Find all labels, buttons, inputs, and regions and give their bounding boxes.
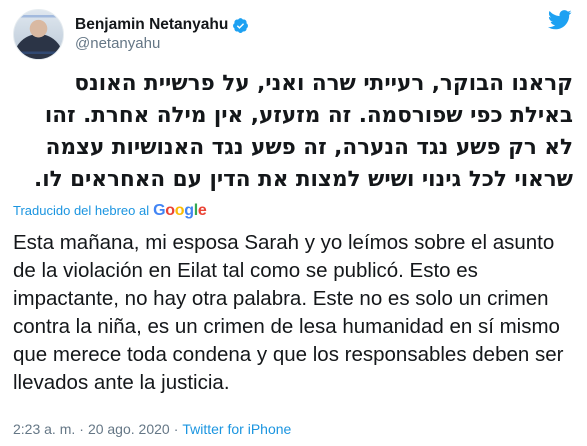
google-letter: o	[174, 202, 185, 219]
tweet-text-translation: Esta mañana, mi esposa Sarah y yo leímos…	[13, 231, 564, 394]
google-letter: e	[197, 202, 207, 219]
tweet-card: Benjamin Netanyahu @netanyahu קראנו הבוק…	[0, 0, 587, 446]
separator: ·	[79, 421, 84, 437]
tweet-text-hebrew: קראנו הבוקר, רעייתי שרה ואני, על פרשיית …	[34, 71, 573, 192]
google-letter: g	[184, 202, 194, 219]
separator: ·	[173, 421, 179, 437]
google-logo: Google	[153, 202, 207, 220]
avatar[interactable]	[13, 9, 64, 60]
translated-from-link[interactable]: Traducido del hebreo al	[13, 203, 149, 218]
tweet-source-link[interactable]: Twitter for iPhone	[182, 421, 291, 437]
author-names: Benjamin Netanyahu @netanyahu	[75, 16, 249, 54]
handle[interactable]: @netanyahu	[75, 35, 249, 53]
display-name[interactable]: Benjamin Netanyahu	[75, 16, 228, 35]
tweet-metadata: 2:23 a. m. · 20 ago. 2020 · Twitter for iPho…	[13, 421, 291, 437]
tweet-time[interactable]: 2:23 a. m.	[13, 421, 75, 437]
google-letter: G	[153, 202, 166, 219]
twitter-bird-icon[interactable]	[547, 10, 572, 30]
verified-badge-icon	[232, 17, 249, 34]
tweet-header: Benjamin Netanyahu @netanyahu	[13, 9, 249, 60]
google-letter: o	[165, 202, 175, 219]
translation-attribution: Traducido del hebreo al Google	[13, 202, 207, 220]
display-name-row: Benjamin Netanyahu	[75, 16, 249, 35]
tweet-date[interactable]: 20 ago. 2020	[88, 421, 170, 437]
